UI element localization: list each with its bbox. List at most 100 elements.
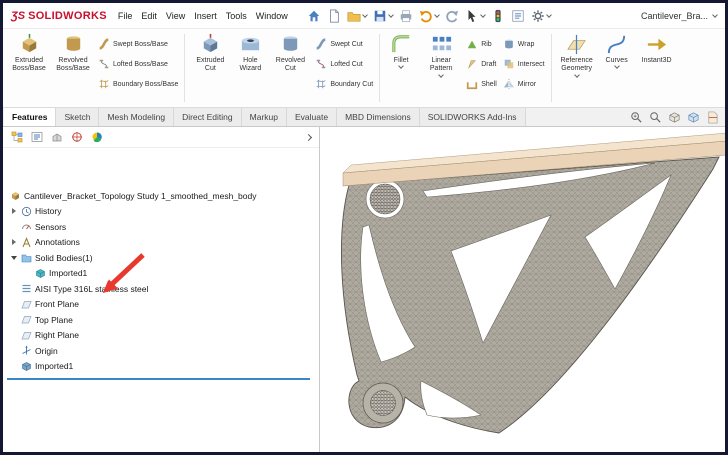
open-button[interactable] [347,9,367,23]
linear-pattern-button[interactable]: LinearPattern [419,30,463,77]
hole-wizard-button[interactable]: HoleWizard [232,30,268,74]
open-dropdown-caret[interactable] [362,12,368,18]
undo-button[interactable] [419,9,439,23]
tree-item-history[interactable]: History [3,204,319,220]
save-button[interactable] [373,9,393,23]
menu-insert[interactable]: Insert [194,11,217,21]
expand-toggle[interactable] [10,256,18,260]
menu-window[interactable]: Window [256,11,288,21]
save-dropdown-caret[interactable] [388,12,394,18]
reference-geometry-dropdown-caret[interactable] [574,72,580,78]
tab-markup[interactable]: Markup [242,108,287,126]
boundary-boss-base-button[interactable]: Boundary Boss/Base [98,78,178,90]
section-view-icon[interactable] [706,111,719,124]
mirror-button[interactable]: Mirror [503,78,545,90]
model-canvas[interactable] [323,127,725,452]
menu-view[interactable]: View [166,11,185,21]
menu-file[interactable]: File [118,11,133,21]
wrap-button[interactable]: Wrap [503,38,545,50]
select-button[interactable] [465,9,485,23]
tree-item-annotations[interactable]: Annotations [3,235,319,251]
tree-item-sensors[interactable]: Sensors [3,219,319,235]
tree-item-imported1-body[interactable]: Imported1 [3,266,319,282]
tree-item-solid-bodies[interactable]: Solid Bodies(1) [3,250,319,266]
dimxpert-manager-tab-icon[interactable] [71,131,83,143]
ribbon-group-applied-features: Fillet LinearPattern Rib Draft [381,30,549,106]
select-dropdown-caret[interactable] [480,12,486,18]
fillet-button[interactable]: Fillet [383,30,419,68]
draft-button[interactable]: Draft [466,58,497,70]
display-manager-tab-icon[interactable] [91,131,103,143]
tab-evaluate[interactable]: Evaluate [287,108,337,126]
curves-dropdown-caret[interactable] [614,64,620,70]
tab-sketch[interactable]: Sketch [56,108,99,126]
expand-toggle[interactable] [10,208,18,214]
bracket-body [341,157,719,433]
intersect-button[interactable]: Intersect [503,58,545,70]
view-orientation-icon[interactable] [668,111,681,124]
plane-icon [21,314,32,325]
curves-button[interactable]: Curves [599,30,635,68]
print-button[interactable] [399,9,413,23]
zoom-fit-icon[interactable] [649,111,662,124]
tree-item-front-plane[interactable]: Front Plane [3,297,319,313]
tree-item-top-plane[interactable]: Top Plane [3,312,319,328]
menu-tools[interactable]: Tools [226,11,247,21]
lofted-boss-base-button[interactable]: Lofted Boss/Base [98,58,178,70]
heads-up-toolbar [630,108,725,126]
rollback-bar[interactable] [7,378,310,380]
revolved-boss-icon [62,33,85,56]
zoom-area-icon[interactable] [630,111,643,124]
menu-edit[interactable]: Edit [141,11,157,21]
gear-icon [531,9,545,23]
revolved-boss-base-button[interactable]: RevolvedBoss/Base [51,30,95,74]
options-button[interactable] [531,9,551,23]
tab-mesh-modeling[interactable]: Mesh Modeling [99,108,174,126]
new-document-button[interactable] [327,9,341,23]
wrap-icon [503,38,515,50]
lofted-cut-button[interactable]: Lofted Cut [315,58,373,70]
property-manager-tab-icon[interactable] [31,131,43,143]
panel-collapse-arrow[interactable] [305,133,312,140]
rib-button[interactable]: Rib [466,38,497,50]
graphics-viewport[interactable] [320,127,725,452]
fillet-dropdown-caret[interactable] [398,64,404,70]
file-properties-button[interactable] [511,9,525,23]
curves-icon [605,33,628,56]
revolved-cut-button[interactable]: RevolvedCut [268,30,312,74]
ribbon-group-boss-features: ExtrudedBoss/Base RevolvedBoss/Base Swep… [5,30,183,106]
home-button[interactable] [307,9,321,23]
extruded-cut-button[interactable]: ExtrudedCut [188,30,232,74]
redo-button[interactable] [445,9,459,23]
file-properties-icon [511,9,525,23]
configuration-manager-tab-icon[interactable] [51,131,63,143]
options-dropdown-caret[interactable] [546,12,552,18]
shell-button[interactable]: Shell [466,78,497,90]
instant3d-button[interactable]: Instant3D [635,30,679,65]
swept-boss-base-button[interactable]: Swept Boss/Base [98,38,178,50]
tab-direct-editing[interactable]: Direct Editing [174,108,242,126]
expand-toggle[interactable] [10,239,18,245]
tree-item-origin[interactable]: Origin [3,343,319,359]
ribbon-separator [379,34,380,102]
reference-geometry-button[interactable]: ReferenceGeometry [555,30,599,77]
extruded-boss-base-button[interactable]: ExtrudedBoss/Base [7,30,51,74]
tab-features[interactable]: Features [4,108,56,126]
tree-item-right-plane[interactable]: Right Plane [3,328,319,344]
cut-stack: Swept Cut Lofted Cut Boundary Cut [312,30,376,90]
tab-solidworks-add-ins[interactable]: SOLIDWORKS Add-Ins [420,108,526,126]
document-dropdown-caret[interactable] [712,12,718,18]
boundary-cut-button[interactable]: Boundary Cut [315,78,373,90]
tree-item-material[interactable]: AISI Type 316L stainless steel [3,281,319,297]
display-style-icon[interactable] [687,111,700,124]
tree-item-imported1-feature[interactable]: Imported1 [3,359,319,375]
feature-manager-tab-icon[interactable] [11,131,23,143]
swept-cut-button[interactable]: Swept Cut [315,38,373,50]
tab-mbd-dimensions[interactable]: MBD Dimensions [337,108,420,126]
ribbon-group-cut-features: ExtrudedCut HoleWizard RevolvedCut Swept… [186,30,378,106]
rebuild-button[interactable] [491,9,505,23]
undo-dropdown-caret[interactable] [434,12,440,18]
document-title[interactable]: Cantilever_Bra... [641,11,708,21]
undo-icon [419,9,433,23]
tree-root[interactable]: Cantilever_Bracket_Topology Study 1_smoo… [3,188,319,204]
